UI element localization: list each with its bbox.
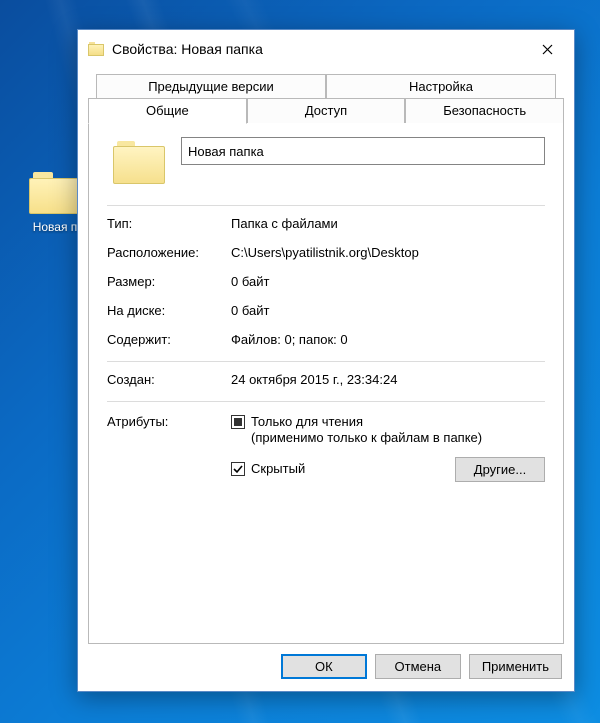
tab-strip: Предыдущие версии Настройка Общие Доступ… [88,74,564,123]
folder-name-input[interactable] [181,137,545,165]
label-contains: Содержит: [107,332,225,347]
cancel-button[interactable]: Отмена [375,654,461,679]
value-location: C:\Users\pyatilistnik.org\Desktop [231,245,545,260]
value-created: 24 октября 2015 г., 23:34:24 [231,372,545,387]
label-size: Размер: [107,274,225,289]
other-attributes-button[interactable]: Другие... [455,457,545,482]
tab-panel-general: Тип: Папка с файлами Расположение: C:\Us… [88,122,564,644]
folder-icon [88,41,104,57]
check-icon [233,464,243,474]
label-location: Расположение: [107,245,225,260]
value-ondisk: 0 байт [231,303,545,318]
separator [107,401,545,402]
label-attributes: Атрибуты: [107,414,225,482]
label-ondisk: На диске: [107,303,225,318]
checkbox-hidden[interactable] [231,462,245,476]
value-type: Папка с файлами [231,216,545,231]
checkbox-readonly-label: Только для чтения (применимо только к фа… [251,414,482,447]
value-contains: Файлов: 0; папок: 0 [231,332,545,347]
close-icon [542,44,553,55]
ok-button[interactable]: ОК [281,654,367,679]
dialog-footer: ОК Отмена Применить [78,644,574,691]
properties-dialog: Свойства: Новая папка Предыдущие версии … [77,29,575,692]
titlebar[interactable]: Свойства: Новая папка [78,30,574,68]
value-size: 0 байт [231,274,545,289]
checkbox-readonly[interactable] [231,415,245,429]
window-title: Свойства: Новая папка [112,41,526,57]
tab-security[interactable]: Безопасность [405,98,564,123]
separator [107,205,545,206]
tab-previous-versions[interactable]: Предыдущие версии [96,74,326,99]
close-button[interactable] [526,35,568,63]
label-type: Тип: [107,216,225,231]
folder-icon [113,141,165,185]
label-created: Создан: [107,372,225,387]
checkbox-hidden-label: Скрытый [251,461,305,477]
apply-button[interactable]: Применить [469,654,562,679]
folder-icon [29,172,81,214]
tab-sharing[interactable]: Доступ [247,98,406,123]
tab-general[interactable]: Общие [88,98,247,124]
tab-customize[interactable]: Настройка [326,74,556,99]
separator [107,361,545,362]
